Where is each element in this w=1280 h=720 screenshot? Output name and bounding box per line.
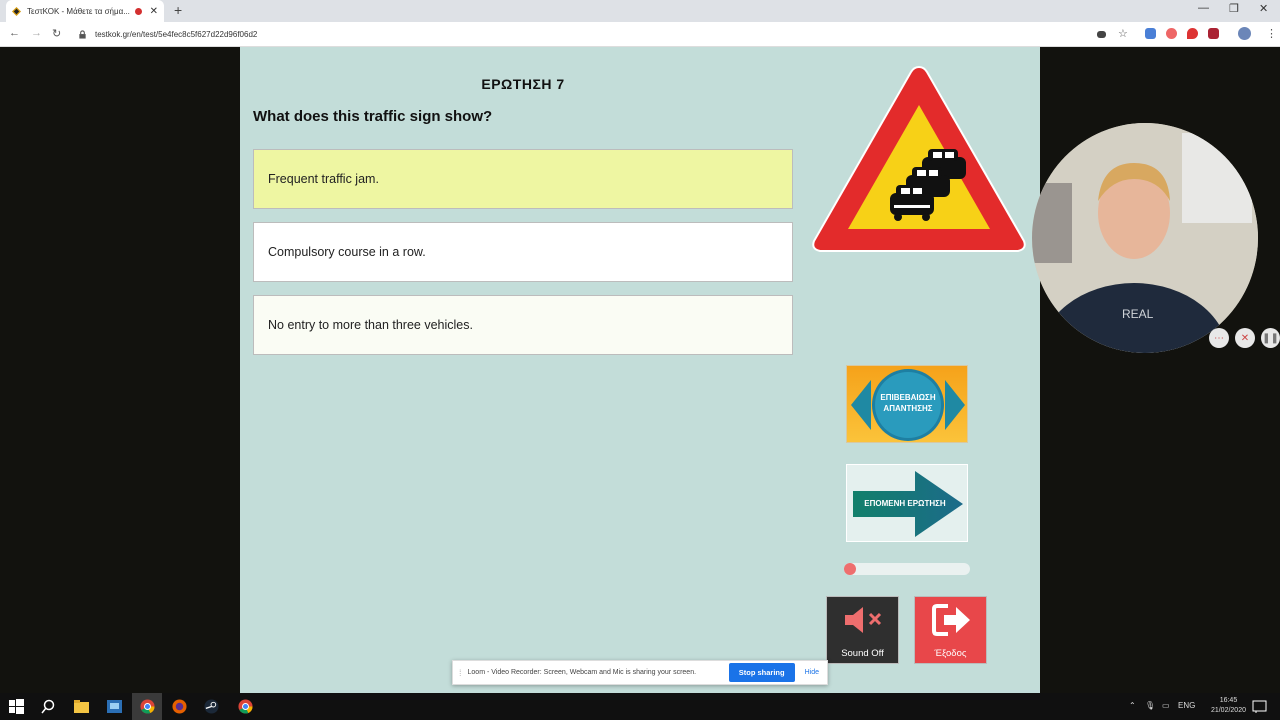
next-question-label: ΕΠΟΜΕΝΗ ΕΡΩΤΗΣΗ	[864, 499, 946, 508]
sound-toggle-button[interactable]: Sound Off	[826, 596, 899, 664]
steam-icon[interactable]	[204, 699, 219, 714]
answer-option-3[interactable]: No entry to more than three vehicles.	[253, 295, 793, 355]
close-tab-icon[interactable]: ✕	[150, 6, 158, 17]
clock-time: 16:45	[1219, 697, 1238, 704]
question-text: What does this traffic sign show?	[253, 108, 493, 125]
restore-icon[interactable]: ❐	[1229, 2, 1239, 15]
site-favicon-icon	[12, 6, 21, 16]
stop-sharing-button[interactable]: Stop sharing	[728, 663, 795, 682]
lock-icon	[79, 30, 86, 39]
tray-expand-icon[interactable]: ⌃	[1129, 701, 1136, 710]
close-window-icon[interactable]: ✕	[1259, 2, 1268, 15]
browser-tab-bar: ΤεστΚΟΚ - Μάθετε τα σήμα... ✕ + — ❐ ✕	[0, 0, 1280, 22]
answer-text: Frequent traffic jam.	[268, 172, 379, 186]
progress-bar	[844, 563, 970, 575]
sharing-message: Loom - Video Recorder: Screen, Webcam an…	[467, 669, 697, 676]
language-indicator[interactable]: ENG	[1178, 701, 1195, 710]
camera-icon[interactable]	[1097, 31, 1106, 38]
exit-button[interactable]: Έξοδος	[914, 596, 987, 664]
next-question-button[interactable]: ΕΠΟΜΕΝΗ ΕΡΩΤΗΣΗ	[846, 464, 968, 542]
network-icon[interactable]: ▭	[1162, 701, 1170, 710]
quiz-page: ΕΡΩΤΗΣΗ 7 What does this traffic sign sh…	[240, 47, 1040, 693]
page-left-margin	[0, 47, 240, 693]
exit-label: Έξοδος	[934, 648, 967, 659]
app-icon[interactable]	[107, 699, 122, 714]
minimize-icon[interactable]: —	[1198, 2, 1209, 14]
windows-start-icon[interactable]	[9, 699, 24, 714]
hide-link[interactable]: Hide	[805, 669, 819, 676]
url-field[interactable]: testkok.gr/en/test/5e4fec8c5f627d22d96f0…	[70, 25, 1100, 44]
profile-avatar[interactable]	[1238, 27, 1251, 40]
file-explorer-icon[interactable]	[74, 699, 89, 714]
notifications-icon[interactable]	[1252, 699, 1267, 714]
back-icon[interactable]: ←	[9, 27, 20, 39]
system-clock[interactable]: 16:45 21/02/2020	[1211, 696, 1246, 716]
chrome-icon[interactable]	[140, 699, 155, 714]
confirm-answer-label: ΕΠΙΒΕΒΑΙΩΣΗ ΑΠΑΝΤΗΣΗΣ	[880, 393, 936, 413]
exit-arrow-icon	[932, 604, 970, 636]
question-number: ΕΡΩΤΗΣΗ 7	[481, 76, 565, 92]
loom-sharing-bar: ⁞ Loom - Video Recorder: Screen, Webcam …	[452, 660, 828, 685]
webcam-bubble[interactable]: REAL	[1032, 123, 1258, 353]
answer-option-1[interactable]: Frequent traffic jam.	[253, 149, 793, 209]
chrome-icon[interactable]	[238, 699, 253, 714]
reload-icon[interactable]: ↻	[52, 27, 61, 40]
windows-taskbar: ⌃ 🎙 ▭ ENG 16:45 21/02/2020	[0, 693, 1280, 720]
svg-text:REAL: REAL	[1122, 307, 1154, 321]
clock-date: 21/02/2020	[1210, 707, 1246, 714]
bookmark-star-icon[interactable]: ☆	[1118, 27, 1128, 40]
traffic-jam-sign-icon	[812, 65, 1026, 252]
webcam-person-image: REAL	[1032, 123, 1258, 353]
pause-icon[interactable]: ❚❚	[1261, 328, 1280, 348]
answer-text: No entry to more than three vehicles.	[268, 318, 473, 332]
address-bar-row: ← → ↻ testkok.gr/en/test/5e4fec8c5f627d2…	[0, 22, 1280, 47]
tab-title: ΤεστΚΟΚ - Μάθετε τα σήμα...	[27, 6, 130, 16]
new-tab-button[interactable]: +	[174, 2, 182, 18]
progress-fill	[844, 563, 856, 575]
speaker-mute-icon	[845, 607, 882, 633]
forward-icon[interactable]: →	[31, 27, 42, 39]
answer-option-2[interactable]: Compulsory course in a row.	[253, 222, 793, 282]
camera-options-icon[interactable]: ⋯	[1209, 328, 1229, 348]
sound-label: Sound Off	[841, 648, 884, 659]
extension-icon[interactable]	[1208, 28, 1219, 39]
recording-icon	[134, 7, 142, 15]
url-text: testkok.gr/en/test/5e4fec8c5f627d22d96f0…	[95, 30, 258, 39]
extension-icon[interactable]	[1145, 28, 1156, 39]
close-camera-icon[interactable]: ✕	[1235, 328, 1255, 348]
location-pin-icon[interactable]	[1187, 28, 1198, 39]
drag-handle-icon[interactable]: ⁞	[459, 668, 462, 678]
extension-icon[interactable]	[1166, 28, 1177, 39]
menu-dots-icon[interactable]: ⋮	[1266, 27, 1277, 40]
search-icon[interactable]	[41, 699, 56, 714]
microphone-icon[interactable]: 🎙	[1145, 701, 1155, 710]
firefox-icon[interactable]	[172, 699, 187, 714]
answer-text: Compulsory course in a row.	[268, 245, 426, 259]
browser-tab[interactable]: ΤεστΚΟΚ - Μάθετε τα σήμα... ✕	[6, 0, 164, 22]
confirm-answer-button[interactable]: ΕΠΙΒΕΒΑΙΩΣΗ ΑΠΑΝΤΗΣΗΣ	[846, 365, 968, 443]
